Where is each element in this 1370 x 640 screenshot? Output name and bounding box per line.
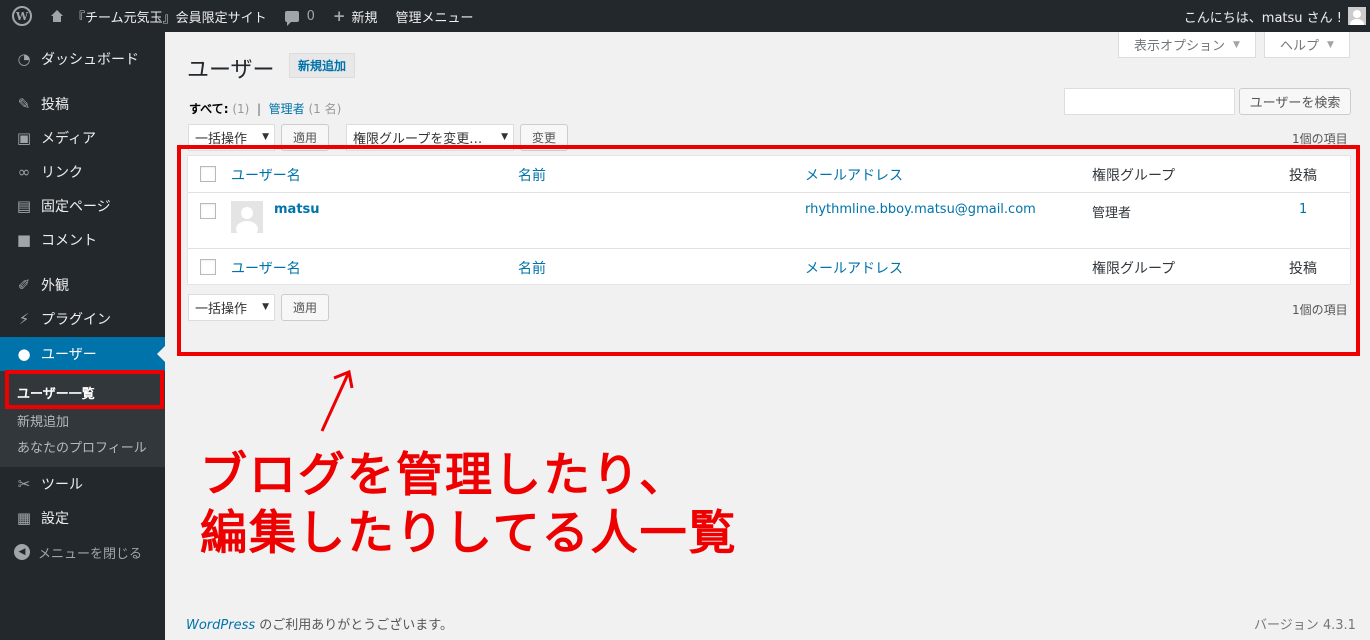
filter-all-count: (1) (232, 102, 250, 116)
footer-version: バージョン 4.3.1 (1254, 618, 1356, 633)
wordpress-logo-icon: W (12, 6, 32, 26)
media-icon: ▣ (16, 129, 32, 147)
filter-separator: | (256, 102, 262, 116)
sidebar-item-label: 固定ページ (41, 199, 111, 215)
table-highlight-box (177, 145, 1360, 356)
footer-thanks: WordPress のご利用ありがとうございます。 (186, 614, 453, 633)
sidebar-item-links[interactable]: ∞ リンク (0, 155, 165, 189)
submenu-your-profile[interactable]: あなたのプロフィール (0, 437, 165, 456)
dashboard-icon: ◔ (17, 50, 31, 68)
filter-all-label: すべて (189, 102, 224, 116)
chevron-down-icon: ▼ (1327, 39, 1334, 50)
sidebar-item-label: リンク (41, 165, 83, 181)
collapse-arrow-icon: ◀ (14, 544, 30, 560)
chevron-down-icon: ▼ (1233, 39, 1240, 50)
sidebar-item-label: ツール (41, 477, 83, 493)
brush-icon: ✐ (17, 276, 31, 294)
sidebar-item-label: コメント (41, 233, 97, 249)
filter-admin-count: (1 名) (308, 102, 342, 116)
admin-menu-label: 管理メニュー (395, 10, 474, 26)
greeting: こんにちは、matsu さん ! (1183, 10, 1342, 26)
sidebar-item-comments[interactable]: ■ コメント (0, 223, 165, 257)
pages-icon: ▤ (16, 197, 32, 215)
sidebar-item-media[interactable]: ▣ メディア (0, 121, 165, 155)
comments-count: 0 (306, 8, 315, 24)
sidebar-item-plugins[interactable]: ⚡ プラグイン (0, 302, 165, 336)
footer-thanks-text: のご利用ありがとうございます。 (255, 618, 453, 633)
submenu-add-new[interactable]: 新規追加 (0, 411, 165, 430)
collapse-menu-button[interactable]: ◀ メニューを閉じる (0, 535, 165, 569)
dropdown-arrow-icon: ▼ (501, 132, 508, 142)
sidebar-item-tools[interactable]: ✂ ツール (0, 467, 165, 501)
user-search-input[interactable] (1064, 88, 1235, 115)
comments-link[interactable]: 0 (276, 0, 324, 32)
sidebar-item-posts[interactable]: ✎ 投稿 (0, 87, 165, 121)
wrench-icon: ✂ (17, 475, 31, 493)
site-name-link[interactable]: 『チーム元気玉』会員限定サイト (41, 0, 276, 32)
sidebar-item-label: 投稿 (41, 97, 69, 113)
add-new-user-button[interactable]: 新規追加 (289, 53, 356, 78)
new-content-menu[interactable]: + 新規 (324, 0, 387, 32)
admin-bar: W 『チーム元気玉』会員限定サイト 0 + 新規 管理メニュー こんにちは、ma… (0, 0, 1370, 32)
help-label: ヘルプ (1280, 39, 1320, 54)
plugin-icon: ⚡ (18, 310, 30, 328)
admin-menu-link[interactable]: 管理メニュー (387, 0, 483, 32)
annotation-line-2: 編集したりしてる人一覧 (200, 506, 738, 561)
link-icon: ∞ (17, 163, 31, 181)
screen-options-label: 表示オプション (1134, 39, 1226, 54)
pin-icon: ✎ (17, 95, 31, 113)
admin-sidebar: ◔ ダッシュボード ✎ 投稿 ▣ メディア ∞ リンク ▤ 固定ページ ■ コメ… (0, 32, 165, 640)
comment-bubble-icon (284, 10, 299, 26)
sidebar-item-label: メディア (41, 131, 97, 147)
avatar-icon (1348, 7, 1366, 25)
sidebar-item-label: 外観 (41, 278, 69, 294)
site-name: 『チーム元気玉』会員限定サイト (72, 10, 267, 26)
dropdown-arrow-icon: ▼ (262, 132, 269, 142)
wordpress-logo-button[interactable]: W (0, 0, 41, 32)
submenu-highlight-box (5, 370, 164, 409)
sidebar-item-label: ダッシュボード (41, 52, 139, 68)
sidebar-item-label: プラグイン (41, 312, 111, 328)
collapse-menu-label: メニューを閉じる (38, 546, 143, 562)
help-tab[interactable]: ヘルプ ▼ (1264, 32, 1350, 58)
plus-icon: + (332, 7, 346, 25)
comment-icon: ■ (16, 231, 32, 249)
home-icon (50, 10, 64, 22)
user-role-filters: すべて: (1) | 管理者 (1 名) (189, 100, 341, 117)
sidebar-item-label: 設定 (41, 511, 69, 527)
sidebar-item-dashboard[interactable]: ◔ ダッシュボード (0, 42, 165, 76)
sidebar-item-pages[interactable]: ▤ 固定ページ (0, 189, 165, 223)
sidebar-item-settings[interactable]: ▦ 設定 (0, 501, 165, 535)
new-content-label: 新規 (351, 10, 378, 26)
wordpress-link[interactable]: WordPress (186, 618, 255, 633)
search-users-button[interactable]: ユーザーを検索 (1239, 88, 1351, 115)
page-title: ユーザー (187, 58, 275, 83)
filter-all[interactable]: すべて: (189, 102, 229, 116)
sidebar-item-users[interactable]: ● ユーザー (0, 337, 165, 371)
sidebar-item-appearance[interactable]: ✐ 外観 (0, 268, 165, 302)
settings-icon: ▦ (16, 509, 32, 527)
my-account[interactable]: こんにちは、matsu さん ! (1184, 7, 1370, 26)
filter-administrator[interactable]: 管理者 (269, 102, 305, 116)
user-icon: ● (17, 345, 31, 363)
annotation-arrow-icon (320, 369, 354, 432)
screen-options-tab[interactable]: 表示オプション ▼ (1118, 32, 1256, 58)
sidebar-item-label: ユーザー (41, 347, 97, 363)
